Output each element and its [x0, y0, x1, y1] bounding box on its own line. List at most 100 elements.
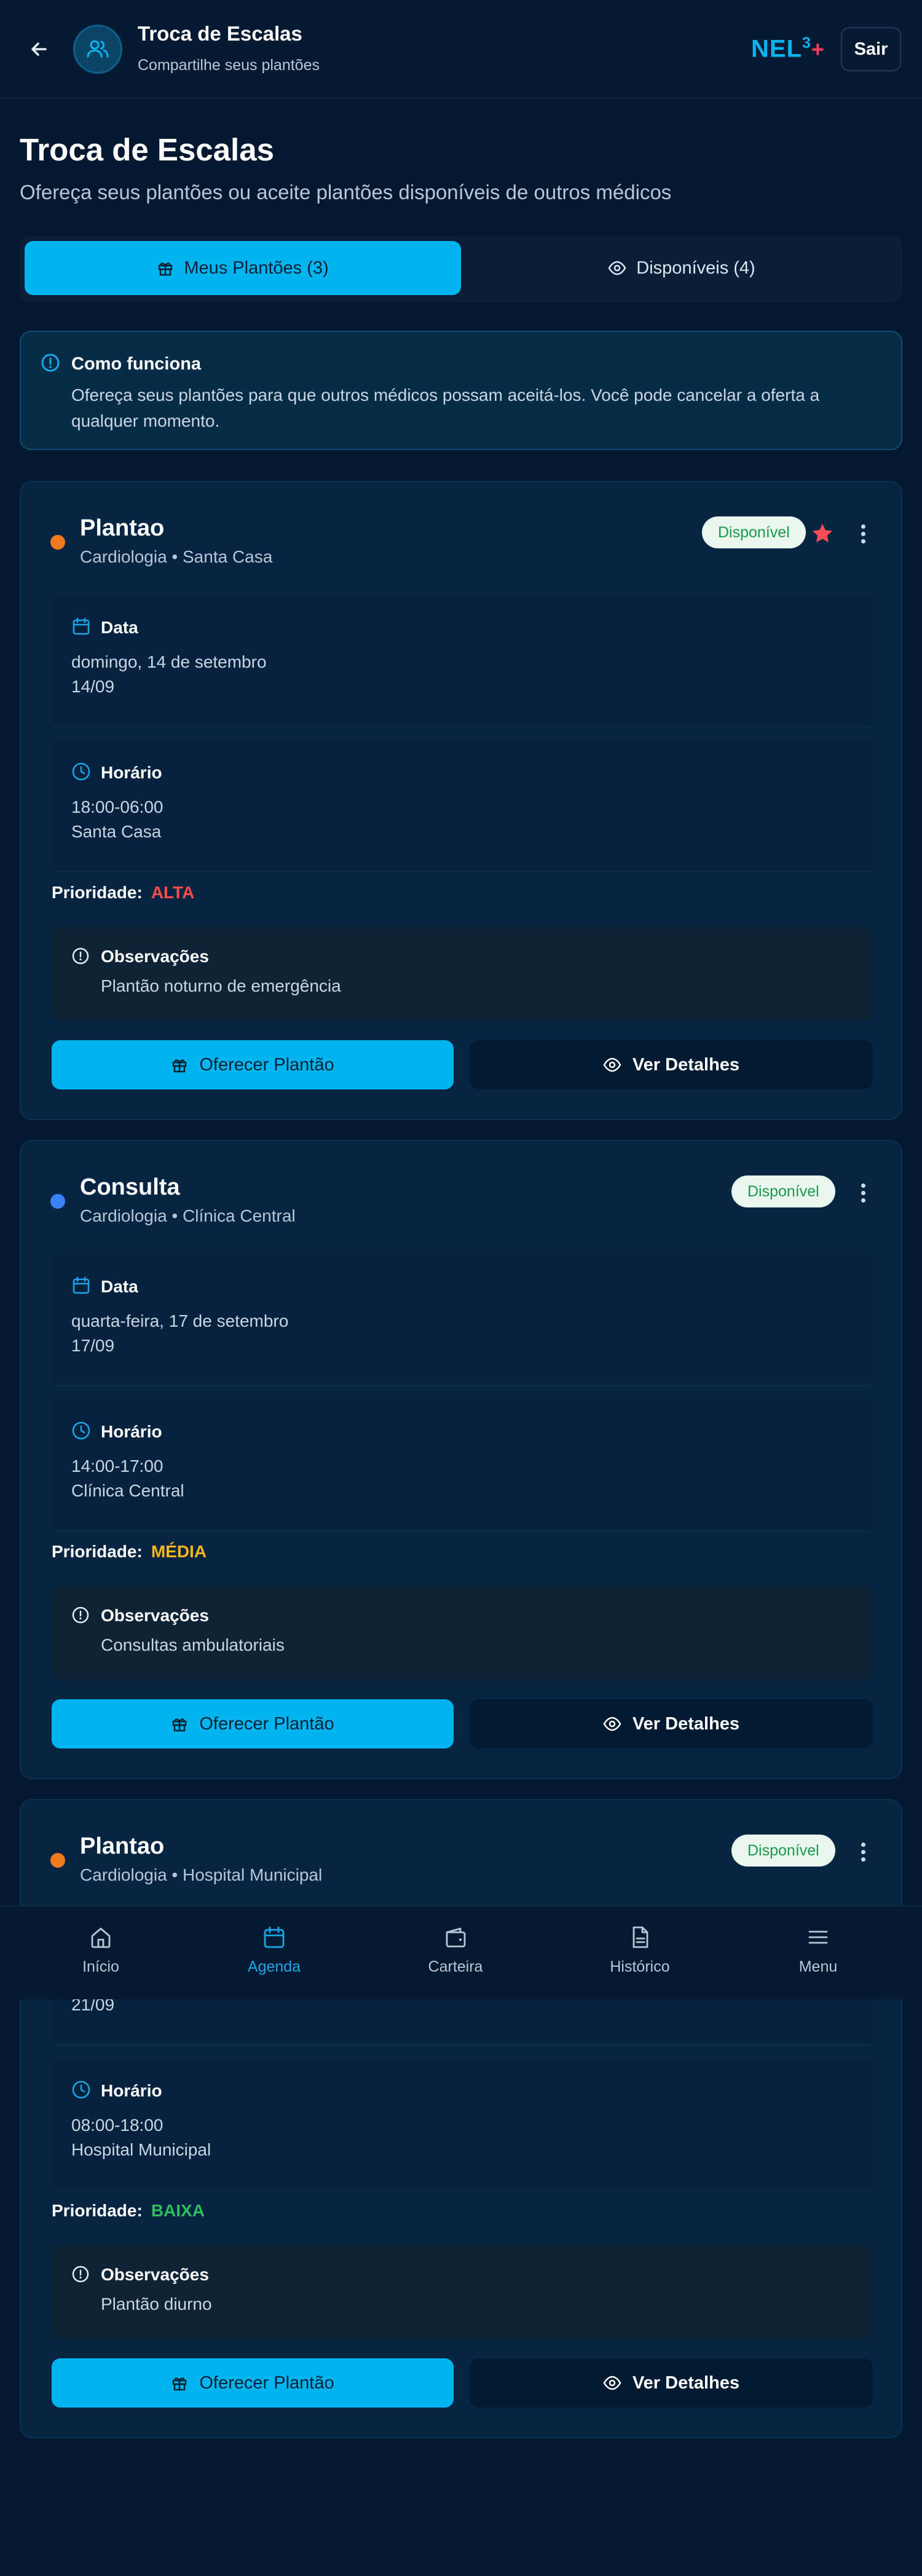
view-details-button[interactable]: Ver Detalhes — [470, 1040, 873, 1089]
offer-shift-button[interactable]: Oferecer Plantão — [52, 2358, 454, 2408]
priority-row: Prioridade: BAIXA — [52, 2201, 205, 2221]
details-button-label: Ver Detalhes — [632, 1713, 740, 1734]
nav-item-history[interactable]: Histórico — [578, 1925, 701, 1976]
date-label: Data — [101, 1277, 138, 1296]
priority-row: Prioridade: MÉDIA — [52, 1542, 207, 1562]
notes-label: Observações — [101, 1606, 209, 1625]
nav-label: Agenda — [247, 1958, 301, 1975]
time-label: Horário — [101, 2081, 162, 2100]
eye-icon — [603, 2376, 621, 2390]
shift-subtitle: Cardiologia • Santa Casa — [80, 547, 273, 566]
alert-circle-icon — [72, 2266, 89, 2283]
offer-button-label: Oferecer Plantão — [199, 1713, 334, 1734]
time-range: 08:00-18:00 — [71, 2116, 164, 2135]
info-box: Como funciona Ofereça seus plantões para… — [20, 331, 902, 450]
date-long: quarta-feira, 17 de setembro — [71, 1311, 289, 1330]
time-section: Horário 14:00-17:00 Clínica Central — [52, 1397, 873, 1531]
gift-icon — [173, 1718, 187, 1732]
priority-value: BAIXA — [151, 2201, 205, 2220]
nav-item-agenda[interactable]: Agenda — [213, 1925, 336, 1976]
clock-icon — [72, 762, 90, 781]
tab-label: Disponíveis (4) — [636, 258, 755, 278]
back-arrow-icon[interactable] — [27, 36, 52, 63]
bottom-navigation: Início Agenda Carteira Histórico Menu — [0, 1906, 922, 1999]
priority-label: Prioridade: — [52, 883, 143, 902]
calendar-icon — [73, 1276, 90, 1294]
time-label: Horário — [101, 1422, 162, 1441]
priority-value: ALTA — [151, 883, 195, 902]
notes-text: Plantão diurno — [101, 2294, 212, 2313]
clock-icon — [72, 2080, 90, 2099]
notes-label: Observações — [101, 947, 209, 966]
eye-icon — [603, 1717, 621, 1731]
location: Santa Casa — [71, 822, 162, 841]
more-options-icon[interactable] — [851, 1839, 875, 1864]
users-icon — [73, 25, 122, 74]
notes-label: Observações — [101, 2265, 209, 2284]
time-section: Horário 18:00-06:00 Santa Casa — [52, 738, 873, 872]
offer-button-label: Oferecer Plantão — [199, 2373, 334, 2393]
view-details-button[interactable]: Ver Detalhes — [470, 1699, 873, 1748]
page-title: Troca de Escalas — [20, 132, 274, 167]
priority-label: Prioridade: — [52, 2201, 143, 2220]
details-button-label: Ver Detalhes — [632, 2373, 740, 2393]
clock-icon — [72, 1421, 90, 1440]
nav-label: Menu — [798, 1958, 838, 1975]
shift-card: Plantao Cardiologia • Hospital Municipal… — [20, 1799, 902, 2438]
status-badge: Disponível — [731, 1175, 835, 1207]
menu-icon — [808, 1930, 828, 1944]
date-label: Data — [101, 618, 138, 637]
eye-icon — [603, 1057, 621, 1072]
gift-icon — [173, 2377, 187, 2391]
nav-item-home[interactable]: Início — [39, 1925, 162, 1976]
gift-icon — [159, 263, 173, 276]
priority-label: Prioridade: — [52, 1542, 143, 1561]
shift-title: Plantao — [80, 1833, 165, 1859]
calendar-icon — [264, 1926, 285, 1948]
notes-box: Observações Plantão noturno de emergênci… — [52, 926, 873, 1022]
home-icon — [91, 1927, 111, 1948]
header-subtitle: Compartilhe seus plantões — [138, 57, 320, 74]
nav-label: Carteira — [428, 1958, 483, 1975]
info-icon — [41, 354, 60, 372]
more-options-icon[interactable] — [851, 521, 875, 546]
alert-circle-icon — [72, 1606, 89, 1624]
header-title: Troca de Escalas — [138, 22, 302, 45]
status-badge: Disponível — [731, 1835, 835, 1867]
shift-card: Plantao Cardiologia • Santa Casa Disponí… — [20, 481, 902, 1120]
notes-text: Plantão noturno de emergência — [101, 976, 341, 995]
nav-item-wallet[interactable]: Carteira — [394, 1925, 517, 1976]
wallet-icon — [446, 1927, 466, 1948]
offer-shift-button[interactable]: Oferecer Plantão — [52, 1699, 454, 1748]
offer-button-label: Oferecer Plantão — [199, 1054, 334, 1075]
tab-my-shifts[interactable]: Meus Plantões (3) — [25, 241, 461, 295]
tab-bar: Meus Plantões (3) Disponíveis (4) — [20, 236, 902, 302]
shift-card: Consulta Cardiologia • Clínica Central D… — [20, 1140, 902, 1779]
shift-type-dot — [50, 1853, 65, 1868]
shift-type-dot — [50, 535, 65, 550]
more-options-icon[interactable] — [851, 1180, 875, 1205]
brand-logo: NEL3+ — [751, 34, 825, 63]
info-text: Ofereça seus plantões para que outros mé… — [71, 385, 820, 430]
date-short: 17/09 — [71, 1336, 115, 1355]
logout-button[interactable]: Sair — [841, 27, 901, 71]
status-badge: Disponível — [702, 516, 806, 548]
time-section: Horário 08:00-18:00 Hospital Municipal — [52, 2056, 873, 2190]
notes-text: Consultas ambulatoriais — [101, 1635, 285, 1654]
app-header: Troca de Escalas Compartilhe seus plantõ… — [0, 0, 922, 98]
date-section: Data quarta-feira, 17 de setembro 17/09 — [52, 1252, 873, 1386]
view-details-button[interactable]: Ver Detalhes — [470, 2358, 873, 2408]
nav-label: Início — [82, 1958, 119, 1975]
tab-available[interactable]: Disponíveis (4) — [466, 241, 897, 295]
info-title: Como funciona — [71, 354, 202, 374]
calendar-icon — [73, 617, 90, 635]
offer-shift-button[interactable]: Oferecer Plantão — [52, 1040, 454, 1089]
date-section: Data domingo, 14 de setembro 14/09 — [52, 593, 873, 727]
shift-subtitle: Cardiologia • Hospital Municipal — [80, 1865, 323, 1884]
page-subtitle: Ofereça seus plantões ou aceite plantões… — [20, 181, 672, 203]
priority-row: Prioridade: ALTA — [52, 883, 194, 903]
time-range: 18:00-06:00 — [71, 797, 164, 816]
notes-box: Observações Plantão diurno — [52, 2244, 873, 2340]
star-icon[interactable] — [810, 521, 835, 546]
nav-item-menu[interactable]: Menu — [757, 1925, 880, 1976]
